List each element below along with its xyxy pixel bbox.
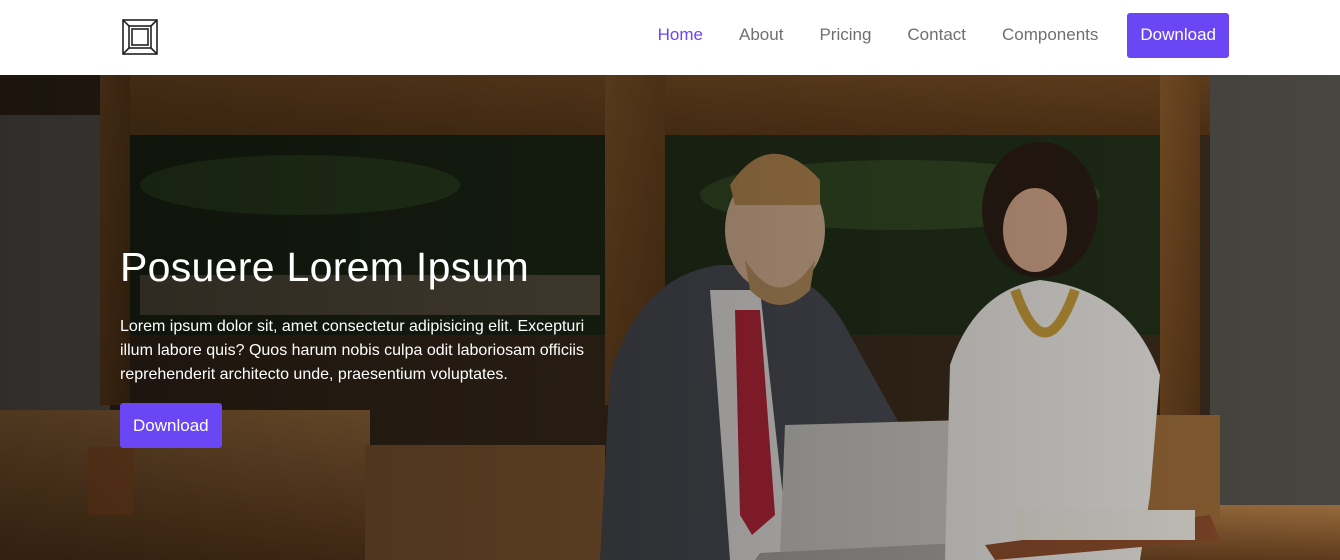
main-nav: Home About Pricing Contact Components Do… [622, 0, 1229, 70]
nav-link-components[interactable]: Components [1002, 25, 1098, 45]
nav-link-about[interactable]: About [739, 25, 783, 45]
navbar: Home About Pricing Contact Components Do… [0, 0, 1340, 75]
logo-icon[interactable] [122, 19, 158, 55]
hero-title: Posuere Lorem Ipsum [120, 244, 530, 290]
hero-content: Posuere Lorem Ipsum Lorem ipsum dolor si… [120, 243, 620, 448]
nav-link-home[interactable]: Home [658, 25, 703, 45]
hero-section: Posuere Lorem Ipsum Lorem ipsum dolor si… [0, 75, 1340, 560]
hero-download-button[interactable]: Download [120, 403, 222, 448]
nav-link-pricing[interactable]: Pricing [819, 25, 871, 45]
hero-description: Lorem ipsum dolor sit, amet consectetur … [120, 318, 585, 383]
nav-download-button[interactable]: Download [1127, 12, 1229, 58]
nav-link-contact[interactable]: Contact [907, 25, 966, 45]
